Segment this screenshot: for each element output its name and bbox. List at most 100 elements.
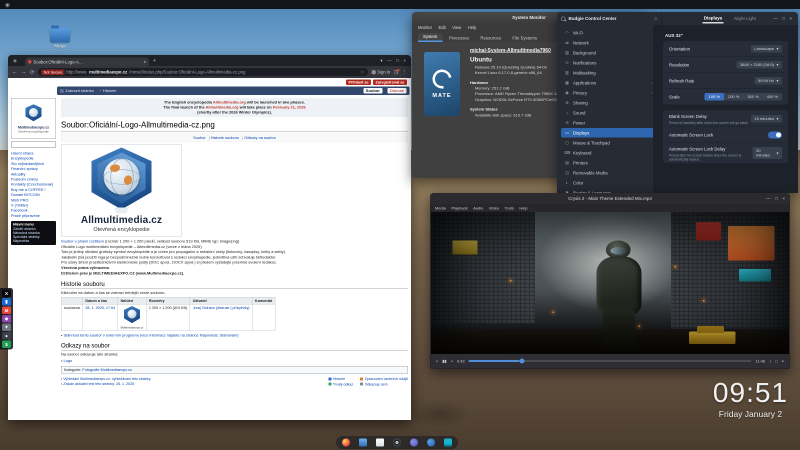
new-tab-button[interactable]: +: [153, 58, 156, 64]
close-button[interactable]: ×: [403, 58, 406, 63]
scale-option[interactable]: 200 %: [724, 93, 743, 101]
blank-delay-select[interactable]: 15 minutes▾: [751, 115, 782, 123]
sidebar-item[interactable]: ▤ Printers: [561, 158, 657, 168]
footer-link[interactable]: Zpracování osobních údajů: [360, 377, 408, 382]
browser-menu-icon[interactable]: ⋮: [402, 69, 407, 75]
menu-item[interactable]: Help: [468, 25, 477, 30]
pause-button[interactable]: ▮▮: [442, 359, 446, 364]
extensions-icon[interactable]: ◳: [394, 69, 399, 75]
minimize-button[interactable]: —: [773, 16, 778, 21]
sidebar-item[interactable]: ⌨ Keyboard: [561, 148, 657, 158]
subnav-link[interactable]: Odkazy na soubor: [242, 135, 276, 140]
subnav-link[interactable]: Historie souboru: [209, 135, 239, 140]
tab[interactable]: System: [418, 33, 442, 42]
login-button[interactable]: Přihlásit se: [346, 80, 371, 86]
bottom-taskbar[interactable]: [336, 436, 458, 449]
footer-link[interactable]: Odkazuje sem: [360, 382, 408, 387]
menu-item[interactable]: Audio: [473, 206, 483, 211]
minimize-button[interactable]: —: [387, 58, 392, 63]
close-button[interactable]: ×: [789, 16, 792, 21]
sidebar-item[interactable]: ◫ Removable Media: [561, 168, 657, 178]
video-player-titlebar[interactable]: Crysis 2 - Main Theme Extended Mix.mp4 —…: [430, 193, 790, 204]
close-button[interactable]: ×: [782, 196, 785, 201]
screen-lock-toggle[interactable]: [768, 131, 782, 138]
seek-knob[interactable]: [520, 359, 525, 364]
browser-window-controls[interactable]: ▾ — □ ×: [380, 58, 406, 64]
taskbar-app-icon[interactable]: [393, 439, 401, 447]
menu-item[interactable]: View: [452, 25, 461, 30]
control-center-header[interactable]: Budgie Control Center ≡ Displays Night L…: [557, 12, 798, 26]
seek-slider[interactable]: [469, 360, 752, 362]
next-button[interactable]: »: [451, 359, 453, 364]
video-frame[interactable]: [431, 212, 789, 354]
tab[interactable]: Processes: [444, 35, 474, 43]
view-page-tab[interactable]: ▤Zobrazit stránku: [60, 89, 94, 94]
wiki-logo-box[interactable]: Multimediaexpo.cz Otevřená encyklopedie: [11, 98, 56, 139]
browser-tab[interactable]: Soubor:Oficiální-Logo-A… ×: [25, 58, 149, 67]
tab[interactable]: File Systems: [507, 35, 542, 43]
file-tab[interactable]: Soubor: [363, 88, 382, 94]
taskbar-app-icon[interactable]: [342, 439, 350, 447]
scale-segmented-control[interactable]: 100 %200 %300 %400 %: [705, 93, 782, 101]
dock-app-icon[interactable]: ●: [2, 332, 11, 340]
banner-link[interactable]: Allmultimedia.org: [213, 100, 246, 105]
talk-tab[interactable]: Diskuse: [387, 88, 406, 94]
register-button[interactable]: Zaregistrovat se: [373, 80, 407, 86]
window-controls[interactable]: — □ ×: [766, 196, 785, 201]
sidebar-item[interactable]: ▢ Mouse & Touchpad: [561, 138, 657, 148]
panel-link[interactable]: Založit stránku: [13, 228, 36, 232]
history-tab[interactable]: ◔Historie: [99, 89, 116, 94]
dock-app-icon[interactable]: X: [2, 290, 11, 298]
taskbar-app-icon[interactable]: [427, 439, 435, 447]
sidebar-item[interactable]: ⊕ Sharing: [561, 98, 657, 108]
search-icon[interactable]: [561, 16, 566, 21]
category-link[interactable]: Fotografie Multimediaexpo.cz: [82, 368, 132, 373]
banner-link[interactable]: Allmultimedia.org: [206, 105, 239, 110]
panel-link[interactable]: Nápověda: [13, 240, 29, 244]
file-image-frame[interactable]: Allmultimedia.cz Otevřená encyklopedie: [61, 145, 182, 237]
cell-datetime[interactable]: 28. 1. 2025, 17:04: [83, 304, 118, 331]
dock-app-icon[interactable]: ▮: [2, 298, 11, 306]
subnav-link[interactable]: Soubor: [193, 135, 206, 140]
dock-app-icon[interactable]: $: [2, 341, 11, 349]
sidebar-item[interactable]: ⊘ Power: [561, 118, 657, 128]
description-link[interactable]: Soubor v plném rozlišení: [61, 239, 104, 244]
footer-link[interactable]: Historie: [328, 377, 353, 382]
scale-option[interactable]: 100 %: [705, 93, 724, 101]
menu-item[interactable]: Playback: [451, 206, 467, 211]
menu-item[interactable]: Edit: [438, 25, 445, 30]
dock-app-icon[interactable]: ✦: [2, 324, 11, 332]
volume-icon[interactable]: ♪: [769, 359, 771, 364]
sidebar-item[interactable]: ◉ Privacy ›: [561, 88, 657, 98]
tab-night-light[interactable]: Night Light: [733, 15, 757, 23]
maximize-button[interactable]: □: [782, 16, 785, 21]
maximize-button[interactable]: □: [396, 58, 399, 63]
window-controls[interactable]: — □ ×: [773, 16, 792, 21]
tab-displays[interactable]: Displays: [703, 14, 724, 24]
user-link[interactable]: Juraj Oldrava: [193, 306, 215, 311]
sidebar-item[interactable]: ♪ Sound: [561, 108, 657, 118]
fullscreen-icon[interactable]: □: [775, 359, 777, 364]
footer-link[interactable]: Trvalý odkaz: [328, 382, 353, 387]
scale-option[interactable]: 300 %: [743, 93, 762, 101]
menu-item[interactable]: Video: [489, 206, 499, 211]
sidebar-item[interactable]: ▭ Displays: [561, 128, 657, 138]
playlist-menu-icon[interactable]: ≡: [782, 359, 784, 364]
sidebar-item[interactable]: ⊙ Notifications: [561, 58, 657, 68]
forward-button[interactable]: →: [21, 69, 27, 75]
url-bar[interactable]: Not Secure http://www.multimediaexpo.cz/…: [38, 68, 368, 76]
dock-app-icon[interactable]: ◆: [2, 315, 11, 323]
sidebar-item[interactable]: ▦ Applications ›: [561, 78, 657, 88]
taskbar-app-icon[interactable]: [410, 439, 418, 447]
previous-button[interactable]: «: [436, 359, 438, 364]
tab-close-icon[interactable]: ×: [143, 59, 145, 64]
taskbar-app-icon[interactable]: [376, 439, 384, 447]
download-link[interactable]: Stáhnout tento soubor v externím program…: [63, 333, 238, 338]
dock-app-icon[interactable]: M: [2, 307, 11, 315]
wiki-login-buttons[interactable]: Přihlásit se Zaregistrovat se: [346, 80, 407, 86]
panel-link[interactable]: Speciální stránky: [13, 236, 40, 240]
lock-delay-select[interactable]: 30 minutes▾: [753, 147, 782, 159]
taskbar-app-icon[interactable]: [444, 439, 452, 447]
sidebar-item[interactable]: ▥ Multitasking: [561, 68, 657, 78]
scale-option[interactable]: 400 %: [763, 93, 782, 101]
